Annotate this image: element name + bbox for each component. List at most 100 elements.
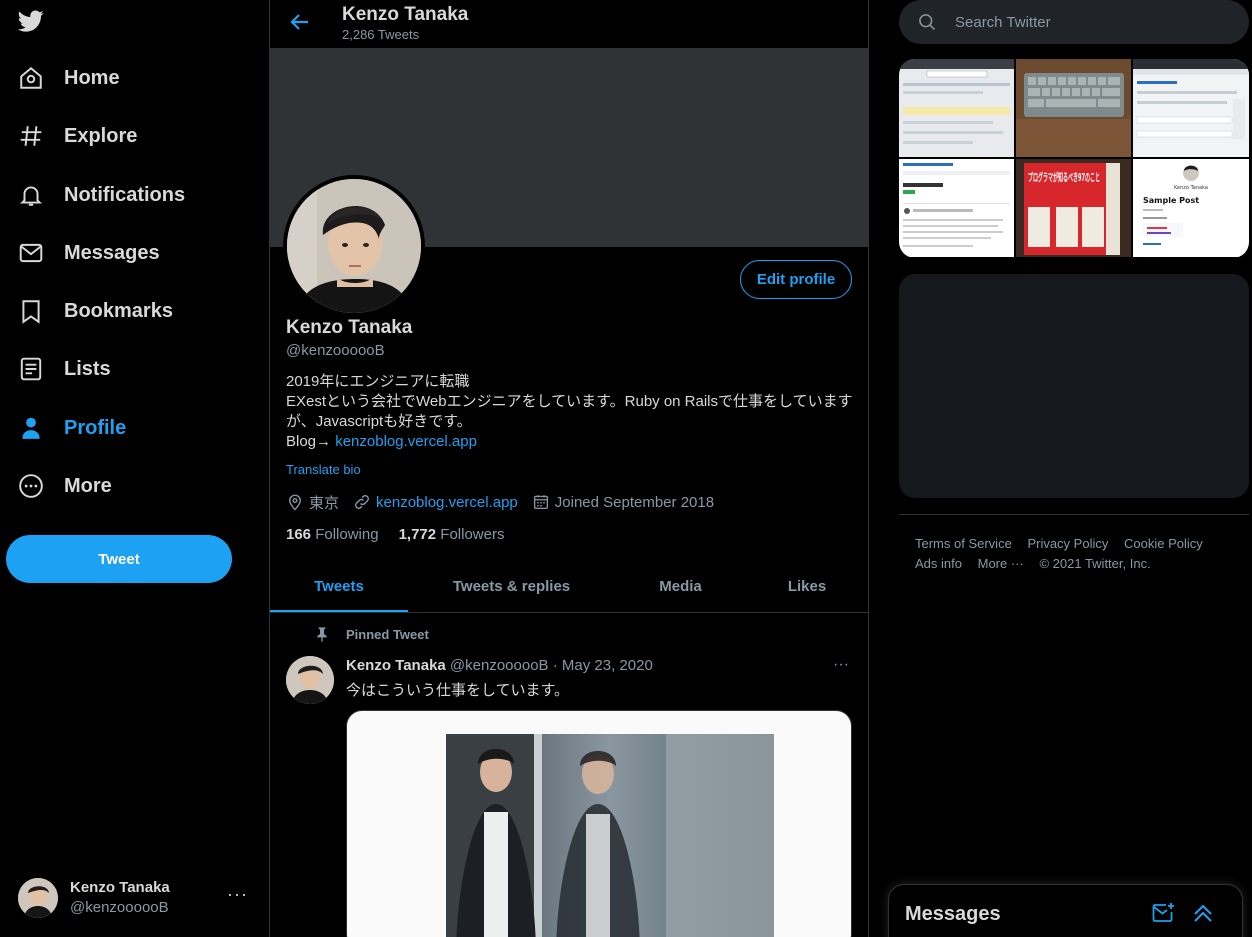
profile-meta: 東京 kenzoblog.vercel.app Joined September… (286, 492, 728, 512)
nav-messages-label: Messages (64, 241, 160, 264)
link-icon (355, 495, 369, 509)
media-grid: プログラマが知るべき97のこと Kenzo Tanaka Sample Post (899, 59, 1249, 258)
account-avatar (18, 878, 58, 918)
website-item: kenzoblog.vercel.app (353, 493, 518, 511)
nav-lists-label: Lists (64, 357, 111, 380)
footer-cookie[interactable]: Cookie Policy (1124, 534, 1203, 554)
footer-links: Terms of Service Privacy Policy Cookie P… (915, 534, 1245, 574)
nav-notifications[interactable]: Notifications (18, 175, 185, 215)
twitter-logo-icon[interactable] (16, 8, 46, 34)
tweet-date[interactable]: · May 23, 2020 (553, 657, 653, 674)
tweet-author-name[interactable]: Kenzo Tanaka (346, 657, 446, 674)
location-pin-icon (289, 494, 301, 511)
location-item: 東京 (286, 492, 339, 513)
account-handle: @kenzoooooB (70, 899, 169, 916)
footer-privacy[interactable]: Privacy Policy (1027, 534, 1108, 554)
trends-panel (899, 274, 1249, 498)
media-thumb-1[interactable] (899, 59, 1014, 157)
nav-messages[interactable]: Messages (18, 233, 160, 273)
footer-more[interactable]: More ··· (978, 554, 1024, 574)
followers-link[interactable]: 1,772 Followers (399, 526, 505, 543)
bio-blog-line: Blog→ kenzoblog.vercel.app (286, 432, 856, 452)
search-input[interactable] (955, 13, 1235, 31)
person-icon (22, 417, 40, 439)
header-name: Kenzo Tanaka (342, 4, 469, 25)
location-text: 東京 (309, 494, 340, 512)
translate-bio-link[interactable]: Translate bio (286, 462, 361, 477)
profile-bio: 2019年にエンジニアに転職 EXestという会社でWebエンジニアをしています… (286, 372, 856, 452)
tab-tweets[interactable]: Tweets (270, 560, 408, 612)
following-label: Following (315, 526, 379, 543)
tweet-author-line: Kenzo Tanaka @kenzoooooB · May 23, 2020 (346, 657, 653, 674)
tweet-button[interactable]: Tweet (6, 535, 232, 583)
nav-home-label: Home (64, 66, 120, 89)
tweet-avatar[interactable] (286, 656, 334, 704)
search-icon (919, 14, 936, 31)
joined-item: Joined September 2018 (532, 493, 714, 511)
nav-bookmarks[interactable]: Bookmarks (18, 291, 173, 331)
expand-chevron-icon[interactable] (1191, 901, 1215, 925)
nav-explore[interactable]: Explore (18, 116, 137, 156)
profile-name: Kenzo Tanaka (286, 317, 413, 338)
pinned-label: Pinned Tweet (346, 626, 429, 642)
bio-line-2: EXestという会社でWebエンジニアをしています。Ruby on Railsで… (286, 393, 853, 430)
more-circle-icon (19, 474, 43, 498)
profile-handle: @kenzoooooB (286, 342, 385, 359)
list-icon (20, 357, 42, 381)
nav-more[interactable]: More (18, 466, 112, 506)
profile-avatar[interactable] (283, 175, 425, 317)
nav-home[interactable]: Home (18, 58, 120, 98)
nav-notifications-label: Notifications (64, 183, 186, 206)
tweet-photo (446, 734, 774, 937)
right-sidebar: プログラマが知るべき97のこと Kenzo TanakaSample Post … (869, 0, 1252, 937)
messages-dock[interactable]: Messages (888, 884, 1243, 937)
account-menu-icon[interactable]: ··· (227, 884, 248, 905)
footer-ads-info[interactable]: Ads info (915, 554, 962, 574)
nav-profile[interactable]: Profile (18, 408, 126, 448)
left-sidebar: Home Explore Notifications Messages Book… (0, 0, 270, 937)
tab-media[interactable]: Media (615, 560, 746, 612)
follow-stats: 166 Following 1,772 Followers (286, 526, 524, 543)
account-switcher[interactable]: Kenzo Tanaka @kenzoooooB ··· (18, 876, 258, 920)
tab-tweets-and-replies[interactable]: Tweets & replies (408, 560, 615, 612)
bookmark-icon (22, 300, 40, 324)
footer-divider (899, 514, 1249, 515)
hashtag-icon (20, 126, 42, 146)
account-name: Kenzo Tanaka (70, 879, 170, 896)
new-message-icon[interactable] (1151, 901, 1175, 925)
tab-likes[interactable]: Likes (746, 560, 868, 612)
messages-dock-title: Messages (905, 903, 1001, 925)
media-thumb-5[interactable]: プログラマが知るべき97のこと (1016, 159, 1131, 257)
nav-more-label: More (64, 474, 112, 497)
nav-lists[interactable]: Lists (18, 349, 111, 389)
bio-blog-prefix: Blog→ (286, 433, 336, 450)
back-arrow-icon[interactable] (288, 10, 312, 34)
followers-label: Followers (440, 526, 505, 543)
tweet-menu-icon[interactable]: ··· (833, 656, 849, 674)
media-thumb-4[interactable] (899, 159, 1014, 257)
media-thumb-6[interactable]: Kenzo Tanaka Sample Post (1133, 159, 1249, 257)
edit-profile-button[interactable]: Edit profile (740, 260, 852, 299)
media-thumb-3[interactable] (1133, 59, 1249, 157)
tweet-author-handle[interactable]: @kenzoooooB (450, 657, 549, 674)
nav-explore-label: Explore (64, 124, 138, 147)
header-tweet-count: 2,286 Tweets (342, 27, 420, 42)
tweet-media[interactable] (346, 710, 852, 937)
followers-count: 1,772 (398, 526, 437, 543)
profile-tabs: Tweets Tweets & replies Media Likes (270, 560, 868, 613)
sample-post-text: Sample Post (1143, 196, 1199, 205)
bio-blog-link[interactable]: kenzoblog.vercel.app (335, 433, 477, 450)
thumb-caption-text: Kenzo Tanaka (1174, 185, 1208, 191)
nav-bookmarks-label: Bookmarks (64, 299, 173, 322)
book-title-text: プログラマが知るべき97のこと (1028, 170, 1100, 184)
bio-line-1: 2019年にエンジニアに転職 (286, 373, 470, 390)
website-link[interactable]: kenzoblog.vercel.app (376, 494, 518, 511)
tweet-text: 今はこういう仕事をしています。 (346, 682, 570, 699)
following-link[interactable]: 166 Following (286, 526, 379, 543)
footer-terms[interactable]: Terms of Service (915, 534, 1012, 554)
media-thumb-2[interactable] (1016, 59, 1131, 157)
search-box[interactable] (899, 0, 1249, 44)
profile-column: Kenzo Tanaka 2,286 Tweets Edit profile K… (270, 0, 869, 937)
pin-icon (317, 627, 327, 642)
pinned-indicator: Pinned Tweet (314, 626, 429, 642)
